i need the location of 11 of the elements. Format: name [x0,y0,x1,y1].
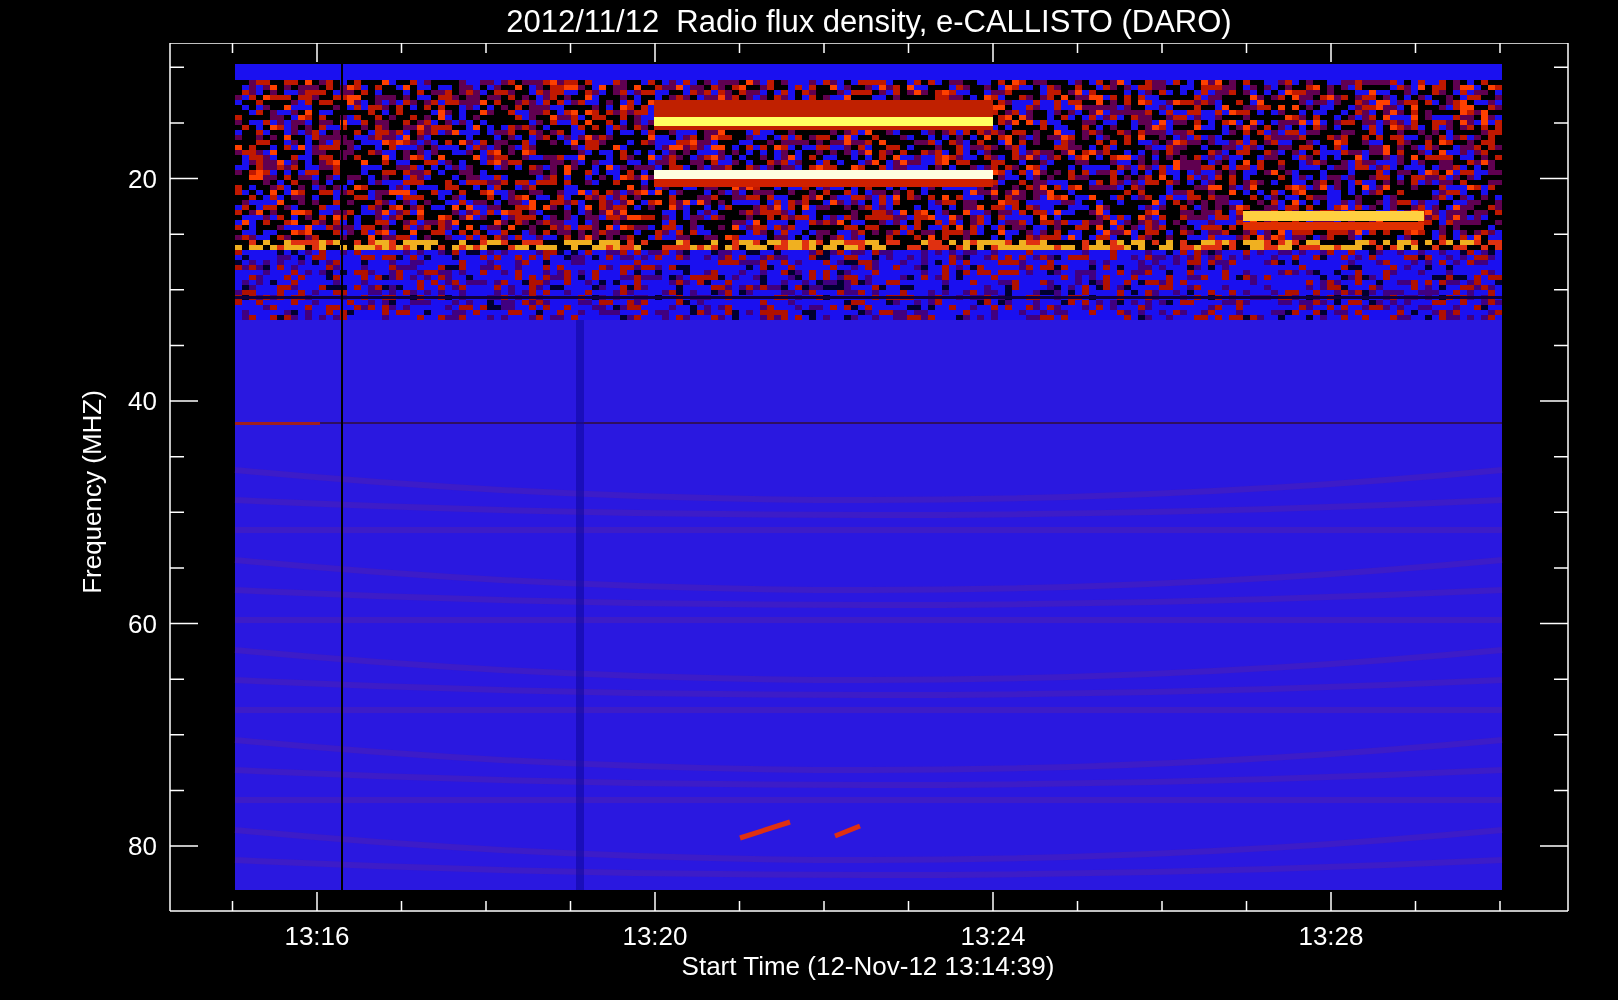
y-tick-label: 40 [128,386,157,416]
x-tick-label: 13:16 [284,921,350,951]
y-tick-label: 60 [128,608,157,639]
x-axis-label: Start Time (12-Nov-12 13:14:39) [681,951,1055,981]
y-axis-label: Frequency (MHZ) [77,390,107,594]
y-tick-label: 80 [128,831,157,861]
chart-title: 2012/11/12 Radio flux density, e-CALLISTO (DARO) [506,6,1232,37]
x-tick-label: 13:28 [1298,921,1364,951]
x-tick-label: 13:24 [960,921,1026,951]
x-tick-label: 13:20 [622,921,688,951]
y-tick-label: 20 [128,163,157,194]
